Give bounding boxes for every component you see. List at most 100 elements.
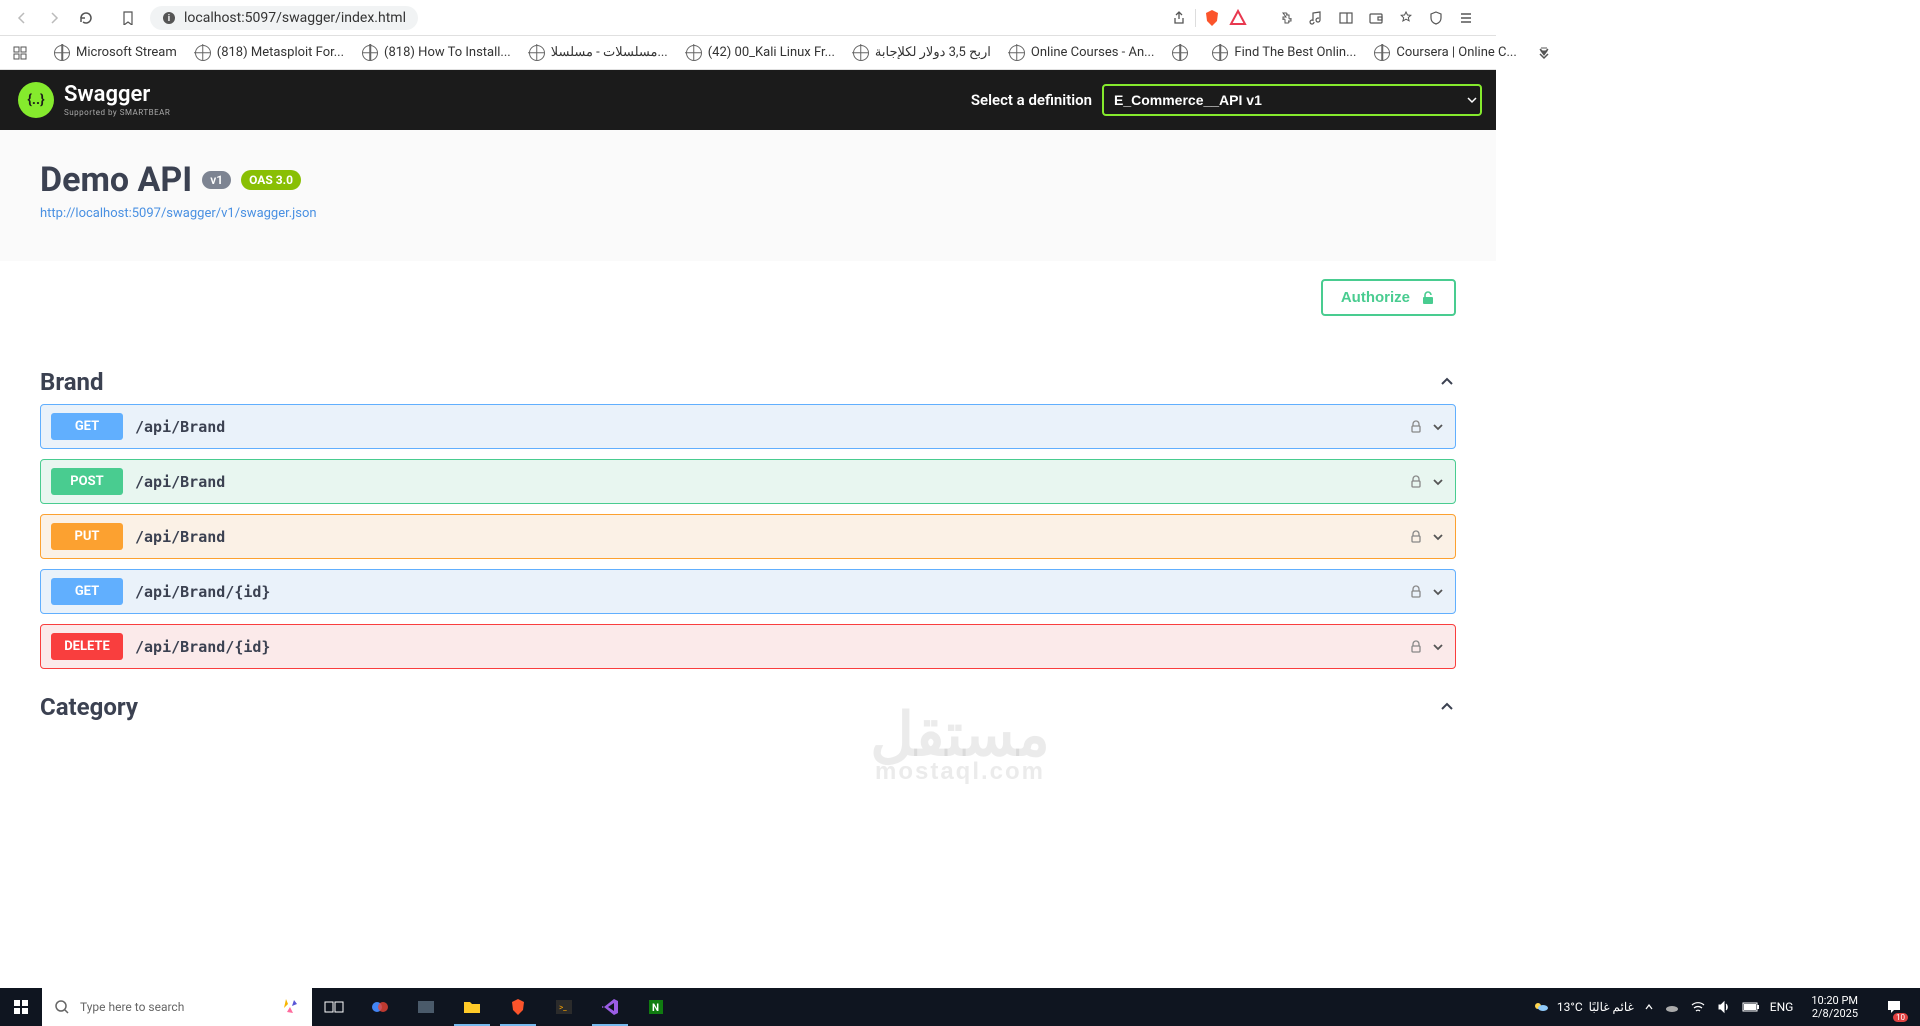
taskbar-app-copilot[interactable]	[358, 988, 402, 1026]
bookmark-label: Online Courses - An...	[1031, 45, 1155, 60]
bookmark-label: Microsoft Stream	[76, 45, 177, 60]
tray-battery-icon[interactable]	[1742, 1001, 1760, 1013]
weather-icon	[1531, 997, 1551, 1017]
taskbar-app-explorer[interactable]	[450, 988, 494, 1026]
forward-button[interactable]	[42, 6, 66, 30]
bookmarks-overflow-icon[interactable]	[1529, 46, 1559, 60]
operation-path: /api/Brand	[135, 473, 225, 491]
taskbar-app-n[interactable]: N	[634, 988, 678, 1026]
authorize-button[interactable]: Authorize	[1321, 279, 1456, 316]
taskbar-app-brave[interactable]	[496, 988, 540, 1026]
bookmark-item[interactable]: Coursera | Online C...	[1368, 43, 1522, 63]
api-oas-badge: OAS 3.0	[241, 170, 301, 190]
bookmarks-bar: Microsoft Stream (818) Metasploit For... (…	[0, 36, 1496, 70]
taskbar-app-widget[interactable]	[404, 988, 448, 1026]
operation-method: GET	[51, 413, 123, 440]
operations-container: BrandGET/api/BrandPOST/api/BrandPUT/api/…	[0, 334, 1496, 759]
tag-header[interactable]: Brand	[40, 360, 1456, 404]
weather-desc: غائم غالبًا	[1589, 1000, 1634, 1014]
taskbar-weather[interactable]: 13°C غائم غالبًا	[1531, 997, 1634, 1017]
menu-icon[interactable]	[1456, 8, 1476, 28]
swagger-json-link[interactable]: http://localhost:5097/swagger/v1/swagger…	[40, 206, 1456, 221]
apps-icon[interactable]	[12, 43, 28, 63]
operation-get[interactable]: GET/api/Brand/{id}	[40, 569, 1456, 614]
bookmark-item[interactable]: (818) Metasploit For...	[189, 43, 350, 63]
tray-language[interactable]: ENG	[1770, 1000, 1794, 1014]
taskbar-app-vs[interactable]	[588, 988, 632, 1026]
start-button[interactable]	[0, 988, 42, 1026]
sidepanel-icon[interactable]	[1336, 8, 1356, 28]
weather-temp: 13°C	[1557, 1000, 1583, 1014]
tag-section-brand: BrandGET/api/BrandPOST/api/BrandPUT/api/…	[40, 360, 1456, 669]
swagger-logo: {..} Swagger Supported by SMARTBEAR	[18, 82, 170, 118]
svg-text:N: N	[652, 1003, 659, 1014]
operation-put[interactable]: PUT/api/Brand	[40, 514, 1456, 559]
lock-icon	[1409, 585, 1423, 599]
lock-icon	[1409, 475, 1423, 489]
chevron-icon	[1438, 698, 1456, 716]
tray-onedrive-icon[interactable]	[1664, 999, 1680, 1015]
operation-post[interactable]: POST/api/Brand	[40, 459, 1456, 504]
operation-method: GET	[51, 578, 123, 605]
api-title: Demo API v1 OAS 3.0	[40, 160, 1456, 200]
action-center-icon[interactable]: 10	[1876, 988, 1912, 1026]
bookmark-label: مسلسلات - مسلسلا...	[551, 45, 668, 60]
bookmark-item[interactable]: مسلسلات - مسلسلا...	[523, 43, 674, 63]
tray-volume-icon[interactable]	[1716, 999, 1732, 1015]
operation-delete[interactable]: DELETE/api/Brand/{id}	[40, 624, 1456, 669]
bookmark-item[interactable]: Online Courses - An...	[1003, 43, 1161, 63]
globe-icon	[853, 45, 869, 61]
extensions-icon[interactable]	[1276, 8, 1296, 28]
tray-chevron-icon[interactable]	[1644, 1002, 1654, 1012]
bookmark-item[interactable]: (818) How To Install...	[356, 43, 517, 63]
scheme-section: Authorize	[0, 261, 1496, 334]
bookmark-label: (818) How To Install...	[384, 45, 511, 60]
chevron-icon	[1438, 373, 1456, 391]
music-icon[interactable]	[1306, 8, 1326, 28]
bookmark-item[interactable]: Find The Best Onlin...	[1206, 43, 1362, 63]
brave-rewards-icon[interactable]	[1228, 8, 1248, 28]
operation-method: POST	[51, 468, 123, 495]
globe-icon	[686, 45, 702, 61]
tag-header[interactable]: Category	[40, 685, 1456, 729]
bookmark-item[interactable]	[1166, 43, 1200, 63]
brave-shields-icon[interactable]	[1202, 8, 1222, 28]
address-bar[interactable]: i localhost:5097/swagger/index.html	[150, 6, 418, 30]
bookmark-icon[interactable]	[116, 6, 140, 30]
chevron-down-icon	[1431, 585, 1445, 599]
share-icon[interactable]	[1169, 8, 1189, 28]
bookmark-label: Find The Best Onlin...	[1234, 45, 1356, 60]
taskbar-search[interactable]: Type here to search	[42, 988, 312, 1026]
wallet-icon[interactable]	[1366, 8, 1386, 28]
operation-get[interactable]: GET/api/Brand	[40, 404, 1456, 449]
reload-button[interactable]	[74, 6, 98, 30]
definition-select[interactable]: E_Commerce__API v1	[1102, 84, 1482, 116]
bookmark-item[interactable]: اربح 3,5 دولار لكلإجابة	[847, 43, 997, 63]
task-view-icon[interactable]	[312, 988, 356, 1026]
globe-icon	[1009, 45, 1025, 61]
leo-icon[interactable]	[1396, 8, 1416, 28]
tag-name: Category	[40, 693, 138, 721]
lock-icon	[1409, 420, 1423, 434]
api-info-section: Demo API v1 OAS 3.0 http://localhost:509…	[0, 130, 1496, 261]
api-version-badge: v1	[202, 171, 231, 189]
lock-open-icon	[1420, 290, 1436, 306]
operation-method: PUT	[51, 523, 123, 550]
browser-toolbar: i localhost:5097/swagger/index.html	[0, 0, 1496, 36]
globe-icon	[1374, 45, 1390, 61]
tag-name: Brand	[40, 368, 104, 396]
bookmark-item[interactable]: (42) 00_Kali Linux Fr...	[680, 43, 841, 63]
chevron-down-icon	[1431, 475, 1445, 489]
authorize-label: Authorize	[1341, 289, 1410, 306]
taskbar-clock[interactable]: 10:20 PM 2/8/2025	[1803, 994, 1866, 1020]
api-title-text: Demo API	[40, 160, 192, 200]
back-button[interactable]	[10, 6, 34, 30]
definition-select-label: Select a definition	[971, 91, 1092, 109]
shield-icon[interactable]	[1426, 8, 1446, 28]
bookmark-item[interactable]: Microsoft Stream	[48, 43, 183, 63]
tray-wifi-icon[interactable]	[1690, 999, 1706, 1015]
svg-text:i: i	[168, 14, 170, 24]
search-highlights-icon	[280, 997, 300, 1017]
taskbar-app-terminal[interactable]: >_	[542, 988, 586, 1026]
operation-path: /api/Brand	[135, 528, 225, 546]
